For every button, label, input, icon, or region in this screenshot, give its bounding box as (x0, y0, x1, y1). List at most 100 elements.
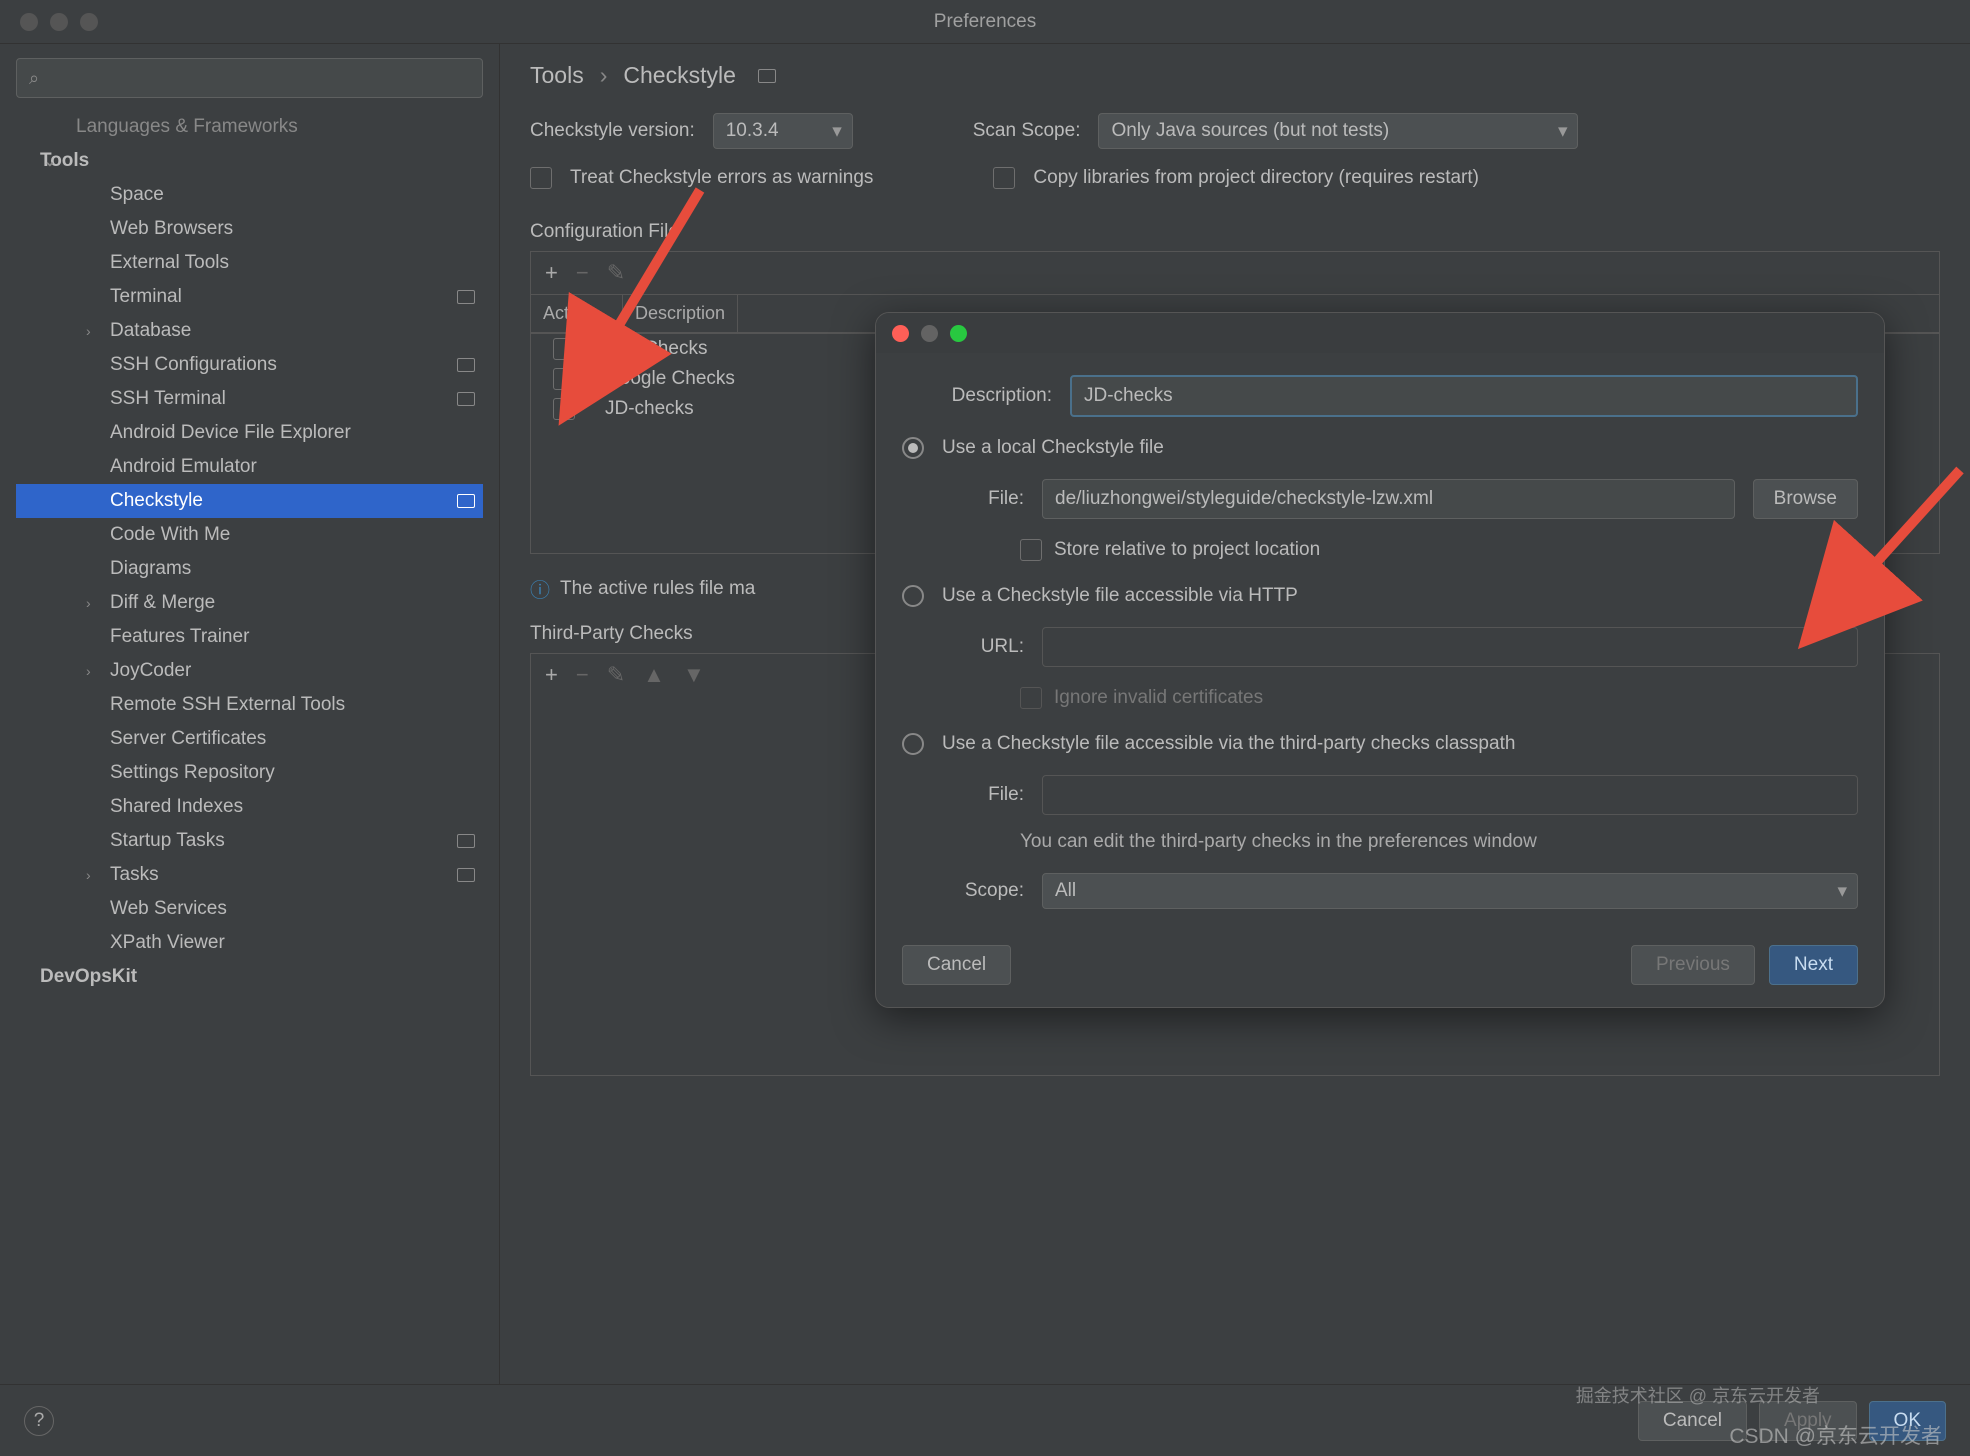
sidebar-item-ssh-terminal[interactable]: SSH Terminal (16, 382, 483, 416)
radio-thirdparty-label: Use a Checkstyle file accessible via the… (942, 733, 1515, 755)
modal-cancel-button[interactable]: Cancel (902, 945, 1011, 985)
edit-button[interactable]: ✎ (607, 260, 625, 286)
col-description[interactable]: Description (623, 295, 738, 332)
breadcrumb: Tools › Checkstyle (530, 62, 1940, 89)
version-label: Checkstyle version: (530, 120, 695, 142)
radio-thirdparty[interactable] (902, 733, 924, 755)
sidebar-item-startup-tasks[interactable]: Startup Tasks (16, 824, 483, 858)
maximize-icon[interactable] (950, 325, 967, 342)
sidebar-item-shared-indexes[interactable]: Shared Indexes (16, 790, 483, 824)
sidebar-item-joycoder[interactable]: ›JoyCoder (16, 654, 483, 688)
watermark: 掘金技术社区 @ 京东云开发者 (1576, 1382, 1820, 1408)
sidebar-item-web-services[interactable]: Web Services (16, 892, 483, 926)
close-icon[interactable] (892, 325, 909, 342)
titlebar: Preferences (0, 0, 1970, 44)
sidebar-item-diff-merge[interactable]: ›Diff & Merge (16, 586, 483, 620)
traffic-lights (0, 13, 98, 31)
sidebar-item-tasks[interactable]: ›Tasks (16, 858, 483, 892)
breadcrumb-checkstyle: Checkstyle (623, 62, 735, 89)
url-label: URL: (946, 636, 1024, 658)
sidebar-item-external-tools[interactable]: External Tools (16, 246, 483, 280)
sidebar-item-code-with-me[interactable]: Code With Me (16, 518, 483, 552)
gear-icon (457, 290, 475, 304)
sidebar: ⌕ Languages & Frameworks ⌄ Tools Space W… (0, 44, 500, 1384)
scope-label: Scan Scope: (973, 120, 1081, 142)
sidebar-item-ssh-config[interactable]: SSH Configurations (16, 348, 483, 382)
modal-scope-dropdown[interactable]: All (1042, 873, 1858, 909)
sidebar-item-android-file-explorer[interactable]: Android Device File Explorer (16, 416, 483, 450)
gear-icon (758, 69, 776, 83)
modal-titlebar (876, 313, 1884, 353)
url-input (1042, 627, 1858, 667)
sidebar-item-terminal[interactable]: Terminal (16, 280, 483, 314)
gear-icon (457, 358, 475, 372)
help-button[interactable]: ? (24, 1406, 54, 1436)
maximize-icon[interactable] (80, 13, 98, 31)
chevron-right-icon: › (86, 867, 91, 883)
search-icon: ⌕ (29, 68, 39, 89)
version-dropdown[interactable]: 10.3.4 (713, 113, 853, 149)
ignore-invalid-label: Ignore invalid certificates (1054, 687, 1263, 709)
remove-button[interactable]: − (576, 662, 589, 688)
radio-http-label: Use a Checkstyle file accessible via HTT… (942, 585, 1298, 607)
window-title: Preferences (934, 11, 1036, 33)
sidebar-item-space[interactable]: Space (16, 178, 483, 212)
sidebar-item-settings-repo[interactable]: Settings Repository (16, 756, 483, 790)
modal-previous-button[interactable]: Previous (1631, 945, 1755, 985)
row-checkbox[interactable] (553, 368, 575, 390)
thirdparty-hint: You can edit the third-party checks in t… (1020, 831, 1858, 853)
breadcrumb-tools[interactable]: Tools (530, 62, 584, 89)
file2-input (1042, 775, 1858, 815)
sidebar-item-devopskit[interactable]: DevOpsKit (16, 960, 483, 994)
modal-next-button[interactable]: Next (1769, 945, 1858, 985)
minimize-icon[interactable] (921, 325, 938, 342)
sidebar-item-tools[interactable]: ⌄ Tools (16, 144, 483, 178)
sidebar-item-database[interactable]: ›Database (16, 314, 483, 348)
row-checkbox[interactable] (553, 398, 575, 420)
radio-local[interactable] (902, 437, 924, 459)
radio-http[interactable] (902, 585, 924, 607)
row-checkbox[interactable] (553, 338, 575, 360)
sidebar-item-diagrams[interactable]: Diagrams (16, 552, 483, 586)
scope-dropdown[interactable]: Only Java sources (but not tests) (1098, 113, 1578, 149)
sidebar-item-xpath-viewer[interactable]: XPath Viewer (16, 926, 483, 960)
gear-icon (457, 834, 475, 848)
file-label: File: (946, 488, 1024, 510)
store-relative-checkbox[interactable] (1020, 539, 1042, 561)
config-toolbar: + − ✎ (530, 251, 1940, 294)
add-config-modal: Description: Use a local Checkstyle file… (875, 312, 1885, 1008)
search-input[interactable]: ⌕ (16, 58, 483, 98)
sidebar-item-features-trainer[interactable]: Features Trainer (16, 620, 483, 654)
chevron-right-icon: › (86, 595, 91, 611)
config-file-title: Configuration File (530, 221, 1940, 243)
file-input[interactable] (1042, 479, 1735, 519)
remove-button[interactable]: − (576, 260, 589, 286)
browse-button[interactable]: Browse (1753, 479, 1858, 519)
settings-tree: Languages & Frameworks ⌄ Tools Space Web… (16, 110, 483, 994)
copy-libs-checkbox[interactable] (993, 167, 1015, 189)
gear-icon (457, 868, 475, 882)
sidebar-item-android-emulator[interactable]: Android Emulator (16, 450, 483, 484)
description-input[interactable] (1070, 375, 1858, 417)
add-button[interactable]: + (545, 662, 558, 688)
add-button[interactable]: + (545, 260, 558, 286)
down-button[interactable]: ▼ (683, 662, 705, 688)
radio-local-label: Use a local Checkstyle file (942, 437, 1164, 459)
sidebar-item-checkstyle[interactable]: Checkstyle (16, 484, 483, 518)
sidebar-item-web-browsers[interactable]: Web Browsers (16, 212, 483, 246)
edit-button[interactable]: ✎ (607, 662, 625, 688)
sidebar-item-remote-ssh-ext[interactable]: Remote SSH External Tools (16, 688, 483, 722)
col-active[interactable]: Active (531, 295, 623, 332)
treat-warnings-label: Treat Checkstyle errors as warnings (570, 167, 873, 189)
store-relative-label: Store relative to project location (1054, 539, 1320, 561)
info-icon: ⓘ (530, 574, 550, 603)
modal-scope-label: Scope: (946, 880, 1024, 902)
treat-warnings-checkbox[interactable] (530, 167, 552, 189)
up-button[interactable]: ▲ (643, 662, 665, 688)
sidebar-item-server-certs[interactable]: Server Certificates (16, 722, 483, 756)
sidebar-item-truncated[interactable]: Languages & Frameworks (16, 110, 483, 144)
chevron-right-icon: › (600, 62, 608, 89)
minimize-icon[interactable] (50, 13, 68, 31)
close-icon[interactable] (20, 13, 38, 31)
chevron-down-icon: ⌄ (44, 153, 56, 170)
